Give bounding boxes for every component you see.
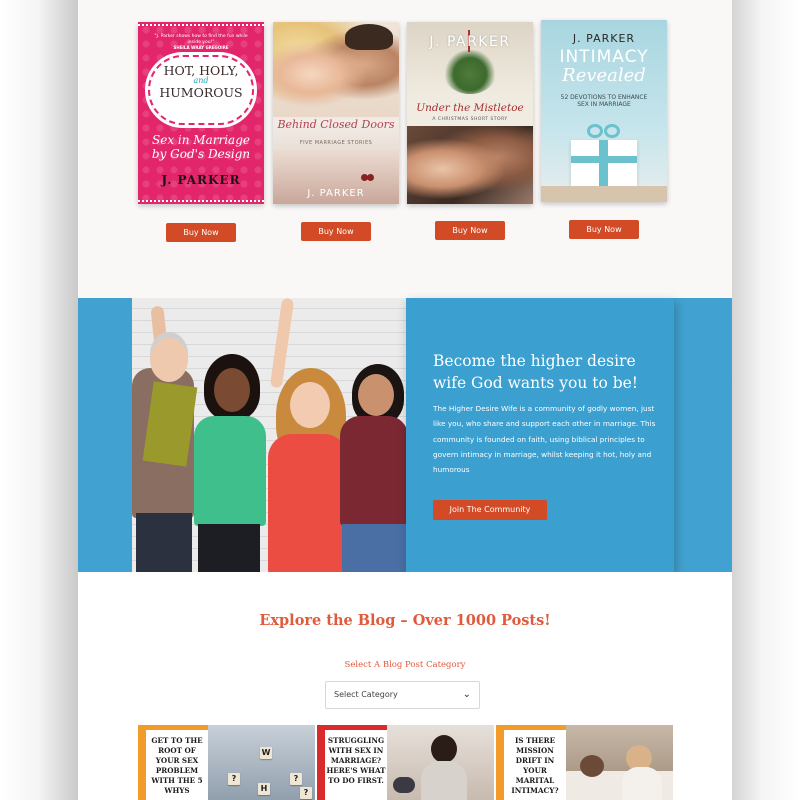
category-select[interactable]: Select Category ⌄ — [325, 681, 480, 709]
book-cover-quote: "J. Parker shows how to find the fun whi… — [154, 34, 248, 51]
category-label: Select A Blog Post Category — [344, 660, 466, 670]
blog-post-title: GET TO THE ROOT OF YOUR SEX PROBLEM WITH… — [146, 730, 208, 800]
community-card: Become the higher desire wife God wants … — [406, 298, 674, 572]
blog-post-card[interactable]: GET TO THE ROOT OF YOUR SEX PROBLEM WITH… — [138, 725, 315, 800]
books-section: "J. Parker shows how to find the fun whi… — [78, 0, 732, 298]
category-select-value: Select Category — [334, 690, 398, 699]
book-cover-under-the-mistletoe[interactable]: J. PARKER Under the Mistletoe A CHRISTMA… — [407, 22, 533, 204]
book-cover-intimacy-revealed[interactable]: J. PARKER INTIMACY Revealed 52 DEVOTIONS… — [541, 20, 667, 202]
book-cover-hot-holy-humorous[interactable]: "J. Parker shows how to find the fun whi… — [138, 22, 264, 204]
gift-box-icon — [571, 140, 637, 188]
book-subtitle: 52 DEVOTIONS TO ENHANCE SEX IN MARRIAGE — [560, 94, 648, 109]
book-title: INTIMACY — [559, 47, 649, 67]
couple-photo — [273, 22, 399, 117]
right-edge-shadow — [722, 0, 800, 800]
blog-title: Explore the Blog – Over 1000 Posts! — [259, 612, 551, 629]
buy-now-button[interactable]: Buy Now — [166, 223, 236, 242]
book-title: Under the Mistletoe — [416, 102, 524, 114]
women-celebrating-photo — [132, 298, 406, 572]
couple-in-bed-photo — [566, 725, 673, 800]
blog-post-title: STRUGGLING WITH SEX IN MARRIAGE? HERE'S … — [325, 730, 387, 800]
book-title-script: Revealed — [562, 65, 646, 86]
book-subtitle: FIVE MARRIAGE STORIES — [299, 140, 373, 146]
left-edge-shadow — [0, 0, 78, 800]
book-author: J. PARKER — [307, 188, 365, 199]
blog-post-card[interactable]: IS THERE MISSION DRIFT IN YOUR MARITAL I… — [496, 725, 673, 800]
letter-tiles-photo: W ? H ? ? — [208, 725, 315, 800]
stressed-couple-photo — [387, 725, 494, 800]
blog-section: Explore the Blog – Over 1000 Posts! Sele… — [78, 572, 732, 800]
community-heading: Become the higher desire wife God wants … — [433, 352, 639, 393]
community-description: The Higher Desire Wife is a community of… — [433, 404, 656, 475]
book-title: HOT, HOLY, and HUMOROUS — [159, 63, 243, 100]
book-author: J. PARKER — [572, 32, 636, 45]
cherries-icon — [361, 172, 375, 182]
blog-post-title: IS THERE MISSION DRIFT IN YOUR MARITAL I… — [504, 730, 566, 800]
book-cover-behind-closed-doors[interactable]: Behind Closed Doors FIVE MARRIAGE STORIE… — [273, 22, 399, 204]
book-title: Behind Closed Doors — [277, 118, 395, 131]
buy-now-button[interactable]: Buy Now — [569, 220, 639, 239]
mistletoe-icon — [443, 30, 497, 94]
book-author: J. PARKER — [161, 173, 241, 187]
book-subtitle: Sex in Marriage by God's Design — [151, 133, 251, 161]
book-subtitle: A CHRISTMAS SHORT STORY — [432, 117, 508, 122]
page: "J. Parker shows how to find the fun whi… — [78, 0, 732, 800]
buy-now-button[interactable]: Buy Now — [301, 222, 371, 241]
join-community-button[interactable]: Join The Community — [433, 500, 547, 520]
buy-now-button[interactable]: Buy Now — [435, 221, 505, 240]
chevron-down-icon: ⌄ — [462, 689, 471, 700]
couple-photo — [407, 126, 533, 204]
book-author: J. PARKER — [429, 34, 511, 50]
community-band: Become the higher desire wife God wants … — [78, 298, 732, 572]
blog-post-card[interactable]: STRUGGLING WITH SEX IN MARRIAGE? HERE'S … — [317, 725, 494, 800]
